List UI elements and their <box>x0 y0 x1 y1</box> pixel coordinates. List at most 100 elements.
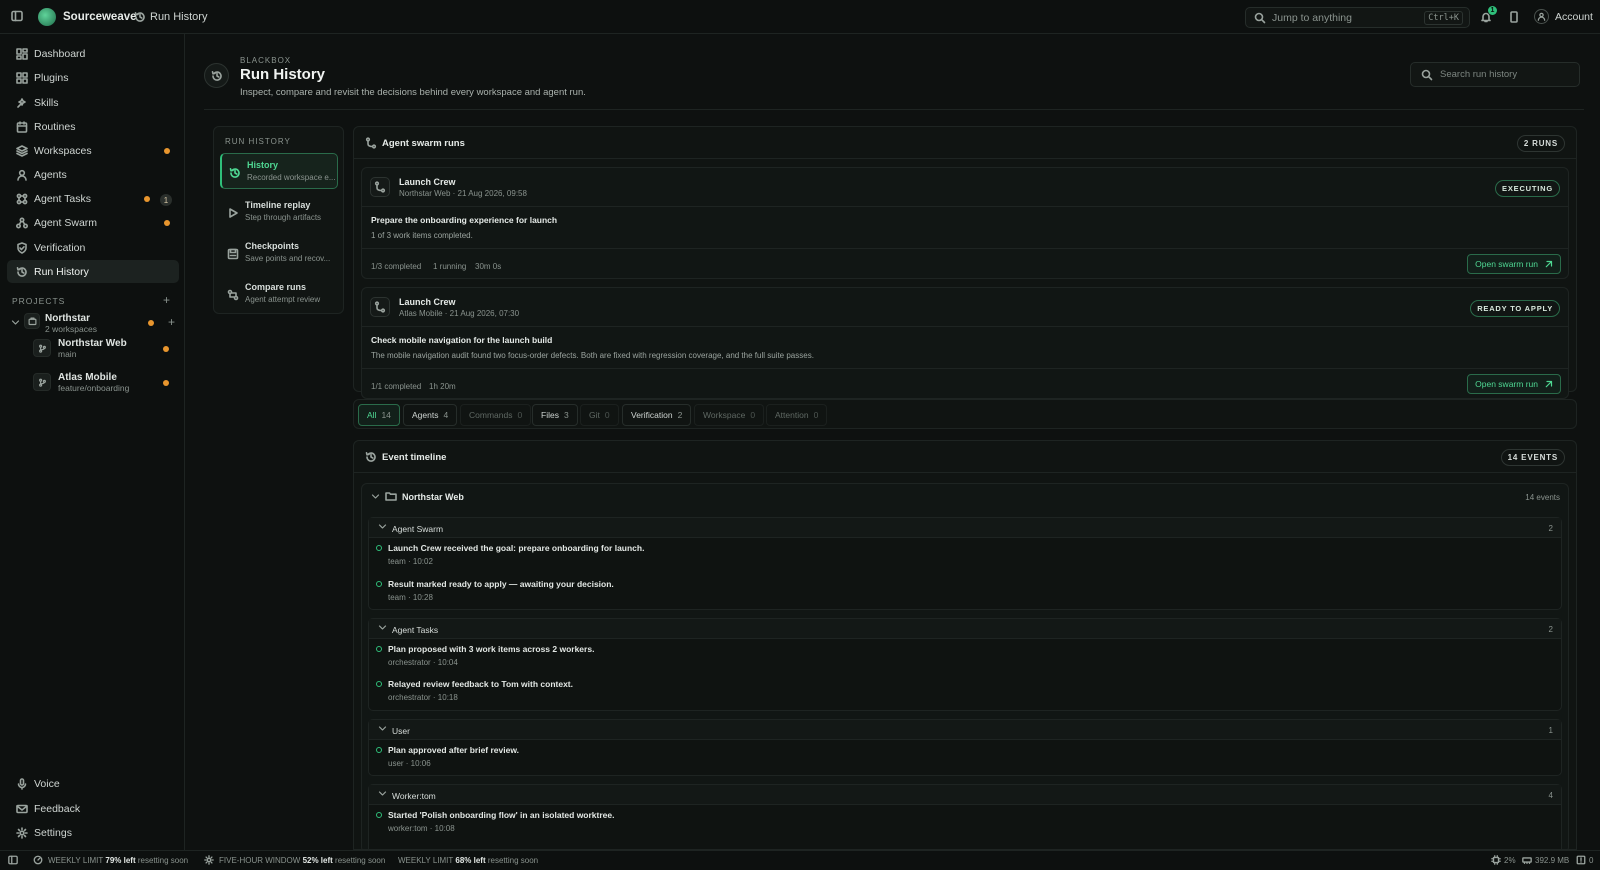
sidebar-item-agent-swarm[interactable]: Agent Swarm <box>7 211 179 234</box>
subnav-desc: Save points and recov... <box>245 254 331 263</box>
sidebar-item-skills[interactable]: Skills <box>7 91 179 114</box>
tab-attention[interactable]: Attention 0 <box>766 404 828 426</box>
open-swarm-run-button[interactable]: Open swarm run <box>1467 374 1561 394</box>
run-meta: Atlas Mobile · 21 Aug 2026, 07:30 <box>399 309 520 318</box>
five-hour-window-indicator: FIVE-HOUR WINDOW 52% left resetting soon <box>219 856 386 865</box>
event-text: Launch Crew received the goal: prepare o… <box>388 543 645 553</box>
subnav-item-timeline-replay[interactable]: Timeline replay Step through artifacts <box>220 194 338 230</box>
calendar-icon <box>16 120 28 133</box>
event-meta: orchestrator · 10:18 <box>388 693 458 702</box>
shield-icon <box>16 241 28 254</box>
sidebar-item-run-history[interactable]: Run History <box>7 260 179 283</box>
notifications-button[interactable]: 1 <box>1480 6 1497 23</box>
search-icon <box>1421 69 1433 81</box>
category-header[interactable]: Agent Tasks 2 <box>369 619 1561 639</box>
run-description: The mobile navigation audit found two fo… <box>371 351 814 360</box>
projects-header: PROJECTS <box>12 296 66 306</box>
category-name: Worker:tom <box>392 791 436 801</box>
chevron-down-icon[interactable] <box>11 318 20 327</box>
search-input[interactable]: Search run history <box>1410 62 1580 87</box>
user-avatar-icon <box>1534 9 1549 24</box>
category-header[interactable]: Agent Swarm 2 <box>369 518 1561 538</box>
open-swarm-run-button[interactable]: Open swarm run <box>1467 254 1561 274</box>
app-name: Sourceweave <box>63 11 137 23</box>
run-stat: 1 running <box>433 262 467 271</box>
sidebar-item-agent-tasks[interactable]: Agent Tasks <box>7 187 179 210</box>
category-header[interactable]: Worker:tom 4 <box>369 785 1561 805</box>
event-meta: team · 10:28 <box>388 593 433 602</box>
sidebar-toggle-icon[interactable] <box>11 10 23 22</box>
workspace-event-group: Northstar Web 14 events Agent Swarm 2 La… <box>361 483 1569 849</box>
category-header[interactable]: User 1 <box>369 720 1561 740</box>
history-icon <box>229 167 241 179</box>
sidebar-item-settings[interactable]: Settings <box>7 821 179 844</box>
workspace-name: Northstar Web <box>402 492 464 502</box>
workspace-branch: main <box>58 349 77 359</box>
event-timeline-panel: Event timeline 14 EVENTS Northstar Web 1… <box>353 440 1577 850</box>
tab-verification[interactable]: Verification 2 <box>622 404 692 426</box>
sidebar-item-verification[interactable]: Verification <box>7 236 179 259</box>
sidebar-item-voice[interactable]: Voice <box>7 772 179 795</box>
subnav-label: Timeline replay <box>245 200 311 210</box>
workspace-northstar-web[interactable]: Northstar Web main <box>58 338 127 359</box>
run-description: 1 of 3 work items completed. <box>371 231 473 240</box>
sidebar-item-feedback[interactable]: Feedback <box>7 797 179 820</box>
sidebar-item-label: Feedback <box>34 802 81 815</box>
sun-icon <box>204 855 214 865</box>
status-badge: EXECUTING <box>1495 180 1560 197</box>
history-icon <box>365 451 377 463</box>
panel-toggle-icon[interactable] <box>8 855 18 865</box>
subnav-item-compare-runs[interactable]: Compare runs Agent attempt review <box>220 276 338 312</box>
branch-icon <box>370 177 390 197</box>
breadcrumb[interactable]: Run History <box>150 11 207 23</box>
subnav-label: Checkpoints <box>245 241 300 251</box>
event-meta: user · 10:06 <box>388 759 431 768</box>
add-project-button[interactable]: + <box>163 293 170 307</box>
status-badge: READY TO APPLY <box>1470 300 1560 317</box>
status-dot <box>163 346 169 352</box>
external-link-icon <box>1544 260 1553 269</box>
status-dot <box>163 380 169 386</box>
tab-all[interactable]: All 14 <box>358 404 400 426</box>
event-meta: worker:tom · 10:08 <box>388 824 455 833</box>
tab-agents[interactable]: Agents 4 <box>403 404 458 426</box>
subnav-title: RUN HISTORY <box>225 137 291 146</box>
panel-title: Agent swarm runs <box>382 138 465 149</box>
sidebar-item-dashboard[interactable]: Dashboard <box>7 42 179 65</box>
app-logo <box>38 8 56 26</box>
tab-files[interactable]: Files 3 <box>532 404 578 426</box>
jump-search[interactable]: Jump to anything Ctrl+K <box>1245 7 1470 28</box>
sidebar-item-label: Settings <box>34 826 72 839</box>
subnav-item-checkpoints[interactable]: Checkpoints Save points and recov... <box>220 235 338 271</box>
run-goal: Check mobile navigation for the launch b… <box>371 335 553 345</box>
gear-icon <box>16 826 28 839</box>
workspace-atlas-mobile[interactable]: Atlas Mobile feature/onboarding <box>58 372 129 393</box>
sidebar-item-label: Agent Tasks <box>34 192 92 205</box>
tab-workspace[interactable]: Workspace 0 <box>694 404 765 426</box>
sidebar-item-plugins[interactable]: Plugins <box>7 66 179 89</box>
workspace-group-header[interactable]: Northstar Web 14 events <box>362 484 1568 509</box>
device-icon[interactable] <box>1508 11 1520 23</box>
status-dot <box>144 196 150 202</box>
event-text: Result marked ready to apply — awaiting … <box>388 579 614 589</box>
event-text: Plan proposed with 3 work items across 2… <box>388 644 595 654</box>
run-history-subnav: RUN HISTORY History Recorded workspace e… <box>213 126 344 314</box>
sidebar-item-workspaces[interactable]: Workspaces <box>7 139 179 162</box>
swarm-icon <box>16 216 28 229</box>
event-dot-icon <box>376 747 382 753</box>
project-northstar[interactable]: Northstar 2 workspaces <box>45 313 97 334</box>
workspace-name: Atlas Mobile <box>58 372 117 383</box>
chevron-down-icon <box>371 492 380 501</box>
run-stat: 1h 20m <box>429 382 456 391</box>
tab-git[interactable]: Git 0 <box>580 404 619 426</box>
page-eyebrow: BLACKBOX <box>240 56 292 65</box>
events-count-badge: 14 EVENTS <box>1500 449 1565 466</box>
run-stat: 1/1 completed <box>371 382 422 391</box>
account-button[interactable]: Account <box>1534 9 1593 24</box>
workspace-event-count: 14 events <box>1525 493 1560 502</box>
sidebar-item-routines[interactable]: Routines <box>7 115 179 138</box>
subnav-item-history[interactable]: History Recorded workspace e... <box>220 153 338 189</box>
sidebar-item-agents[interactable]: Agents <box>7 163 179 186</box>
tab-commands[interactable]: Commands 0 <box>460 404 532 426</box>
add-workspace-button[interactable]: + <box>168 315 175 329</box>
